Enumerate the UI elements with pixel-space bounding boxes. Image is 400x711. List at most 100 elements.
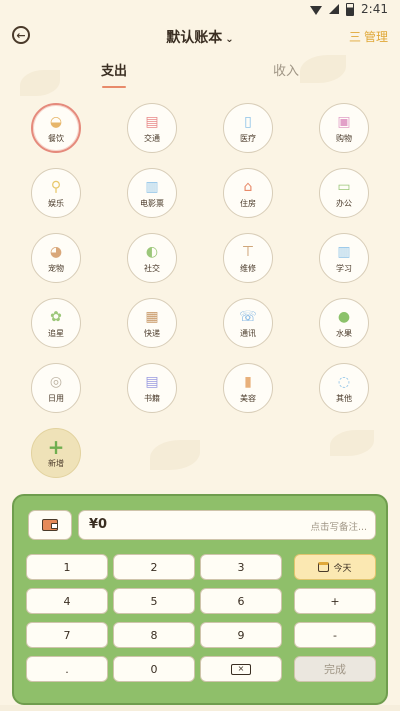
status-time: 2:41 — [361, 2, 388, 16]
digit-key-0[interactable]: 0 — [113, 656, 195, 682]
category-book[interactable]: ▥ 学习 — [319, 233, 369, 283]
category-label: 其他 — [336, 394, 352, 403]
ticket-icon: ▥ — [145, 179, 159, 195]
category-speech-bubble[interactable]: ◌ 其他 — [319, 363, 369, 413]
star-tree-icon: ✿ — [50, 309, 62, 325]
page-title: 默认账本 — [166, 30, 223, 46]
digit-key-5[interactable]: 5 — [113, 588, 195, 614]
medicine-icon: ▯ — [244, 114, 252, 130]
tab-indicator — [102, 86, 126, 88]
tab-expense[interactable]: 支出 — [84, 60, 144, 79]
category-label: 日用 — [48, 394, 64, 403]
box-icon: ▦ — [145, 309, 159, 325]
apple-icon: ● — [337, 309, 351, 325]
add-category-button[interactable]: + 新增 — [31, 428, 81, 478]
cosmetics-icon: ▮ — [244, 374, 252, 390]
category-books[interactable]: ▤ 书籍 — [127, 363, 177, 413]
category-label: 医疗 — [240, 134, 256, 143]
done-button[interactable]: 完成 — [294, 656, 376, 682]
plus-icon: + — [47, 435, 65, 459]
category-label: 住房 — [240, 199, 256, 208]
digit-key-7[interactable]: 7 — [26, 622, 108, 648]
category-label: 交通 — [144, 134, 160, 143]
digit-key-2[interactable]: 2 — [113, 554, 195, 580]
category-cat[interactable]: ◕ 宠物 — [31, 233, 81, 283]
category-label: 书籍 — [144, 394, 160, 403]
digit-key-9[interactable]: 9 — [200, 622, 282, 648]
house-icon: ⌂ — [243, 179, 253, 195]
amount-field[interactable]: ¥0 点击写备注... — [78, 510, 376, 540]
category-chat-people[interactable]: ◐ 社交 — [127, 233, 177, 283]
hammer-icon: ⊤ — [241, 244, 255, 260]
category-hammer[interactable]: ⊤ 维修 — [223, 233, 273, 283]
category-label: 维修 — [240, 264, 256, 273]
manage-label: 管理 — [363, 30, 388, 44]
category-medicine[interactable]: ▯ 医疗 — [223, 103, 273, 153]
category-label: 水果 — [336, 329, 352, 338]
category-label: 购物 — [336, 134, 352, 143]
category-label: 快递 — [144, 329, 160, 338]
book-icon: ▥ — [337, 244, 351, 260]
ledger-selector[interactable]: 默认账本 ⌄ — [0, 27, 400, 47]
amount-value: ¥0 — [89, 517, 108, 532]
category-monitor[interactable]: ▭ 办公 — [319, 168, 369, 218]
bowl-icon: ◒ — [49, 114, 63, 130]
category-label: 通讯 — [240, 329, 256, 338]
signal-icon — [329, 4, 340, 14]
category-label: 美容 — [240, 394, 256, 403]
date-label: 今天 — [333, 563, 352, 574]
minus-key[interactable]: - — [294, 622, 376, 648]
background-leaf — [150, 440, 200, 470]
category-house[interactable]: ⌂ 住房 — [223, 168, 273, 218]
category-cosmetics[interactable]: ▮ 美容 — [223, 363, 273, 413]
wallet-icon — [42, 519, 58, 531]
category-shopping-bag[interactable]: ▣ 购物 — [319, 103, 369, 153]
bus-icon: ▤ — [145, 114, 159, 130]
monitor-icon: ▭ — [337, 179, 351, 195]
category-box[interactable]: ▦ 快递 — [127, 298, 177, 348]
category-phone[interactable]: ☏ 通讯 — [223, 298, 273, 348]
chevron-down-icon: ⌄ — [225, 34, 234, 45]
wifi-icon — [310, 5, 323, 15]
calendar-icon — [318, 562, 330, 572]
backspace-key[interactable]: × — [200, 656, 282, 682]
category-label: 电影票 — [140, 199, 164, 208]
account-button[interactable] — [28, 510, 72, 540]
tissue-roll-icon: ◎ — [49, 374, 63, 390]
category-magnifier[interactable]: ⚲ 娱乐 — [31, 168, 81, 218]
digit-key-8[interactable]: 8 — [113, 622, 195, 648]
backspace-icon: × — [231, 663, 251, 675]
note-input[interactable]: 点击写备注... — [310, 519, 367, 533]
category-bowl[interactable]: ◒ 餐饮 — [31, 103, 81, 153]
category-tissue-roll[interactable]: ◎ 日用 — [31, 363, 81, 413]
category-label: 餐饮 — [48, 134, 64, 143]
manage-button[interactable]: 三 管理 — [349, 28, 388, 45]
category-label: 新增 — [48, 459, 64, 468]
plus-key[interactable]: + — [294, 588, 376, 614]
category-label: 娱乐 — [48, 199, 64, 208]
category-bus[interactable]: ▤ 交通 — [127, 103, 177, 153]
digit-key-1[interactable]: 1 — [26, 554, 108, 580]
category-star-tree[interactable]: ✿ 追星 — [31, 298, 81, 348]
background-leaf — [330, 430, 374, 456]
date-button[interactable]: 今天 — [294, 554, 376, 580]
books-icon: ▤ — [145, 374, 159, 390]
digit-key-6[interactable]: 6 — [200, 588, 282, 614]
category-ticket[interactable]: ▥ 电影票 — [127, 168, 177, 218]
decimal-key[interactable]: . — [26, 656, 108, 682]
keypad-panel: ¥0 点击写备注... 1 2 3 今天 4 5 6 +7 8 9-. 0 × 完成 — [12, 494, 388, 705]
category-label: 办公 — [336, 199, 352, 208]
type-tabs: 支出 收入 — [0, 60, 400, 90]
shopping-bag-icon: ▣ — [337, 114, 351, 130]
menu-lines-icon: 三 — [348, 30, 361, 44]
digit-key-3[interactable]: 3 — [200, 554, 282, 580]
digit-key-4[interactable]: 4 — [26, 588, 108, 614]
tab-income[interactable]: 收入 — [256, 60, 316, 79]
category-label: 学习 — [336, 264, 352, 273]
category-apple[interactable]: ● 水果 — [319, 298, 369, 348]
chat-people-icon: ◐ — [145, 244, 159, 260]
battery-icon — [346, 2, 355, 16]
speech-bubble-icon: ◌ — [337, 374, 351, 390]
category-label: 追星 — [48, 329, 64, 338]
cat-icon: ◕ — [49, 244, 63, 260]
